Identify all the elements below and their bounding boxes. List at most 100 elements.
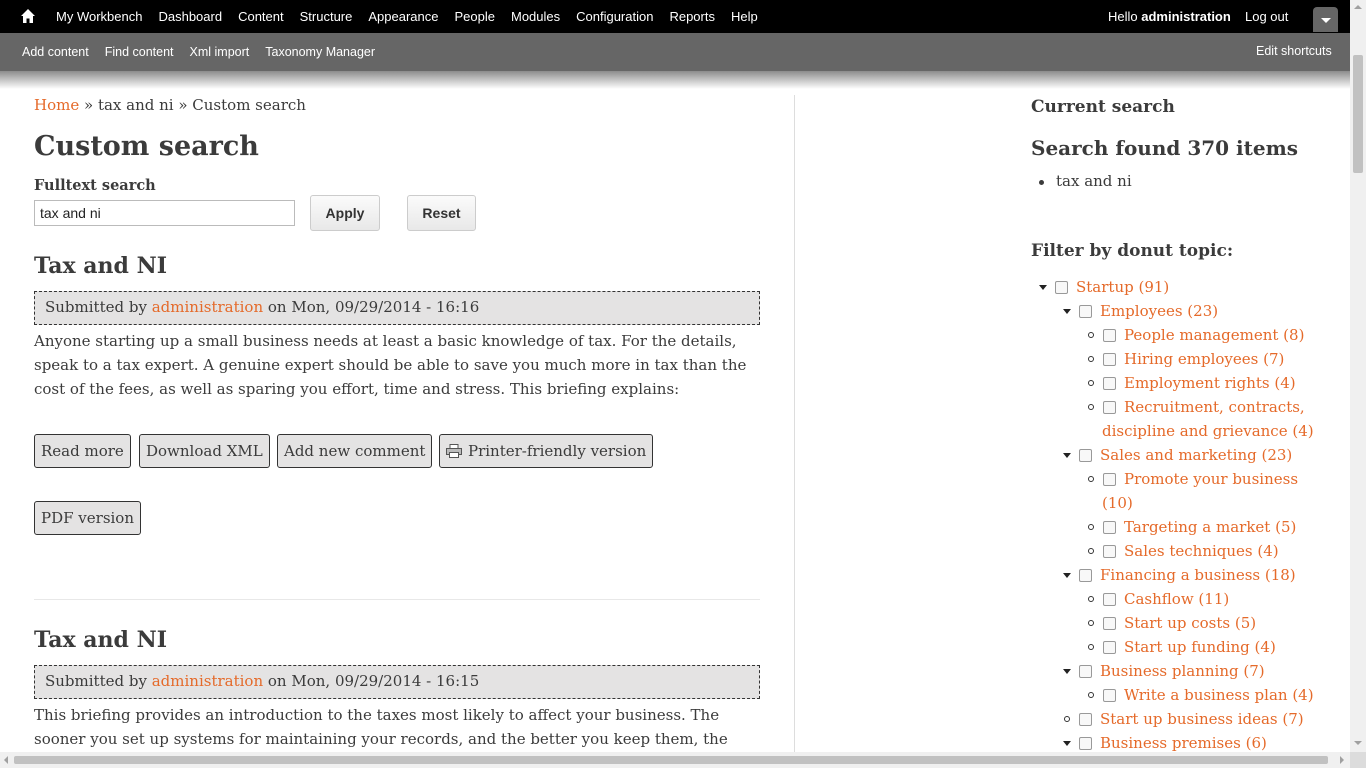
- scrollbar-thumb[interactable]: [1353, 55, 1363, 173]
- facet-checkbox[interactable]: [1055, 281, 1068, 294]
- add-new-comment-button[interactable]: Add new comment: [277, 434, 433, 468]
- facet-checkbox[interactable]: [1079, 305, 1092, 318]
- printer-icon: [446, 444, 462, 458]
- bullet-icon: [1088, 380, 1094, 386]
- result-title[interactable]: Tax and NI: [34, 625, 760, 655]
- facet-link[interactable]: Sales techniques (4): [1124, 539, 1279, 563]
- facet-link[interactable]: Employment rights (4): [1124, 371, 1296, 395]
- fulltext-search-label: Fulltext search: [34, 177, 156, 194]
- menu-my-workbench[interactable]: My Workbench: [48, 9, 150, 24]
- submitted-info: Submitted by administration on Mon, 09/2…: [34, 665, 760, 699]
- facet-link[interactable]: Promote your business: [1124, 467, 1298, 491]
- edit-shortcuts-link[interactable]: Edit shortcuts: [1256, 44, 1332, 58]
- shortcut-xml-import[interactable]: Xml import: [182, 45, 258, 59]
- facet-link[interactable]: Hiring employees (7): [1124, 347, 1284, 371]
- facet-checkbox[interactable]: [1079, 569, 1092, 582]
- facet-checkbox[interactable]: [1103, 473, 1116, 486]
- facet-checkbox[interactable]: [1103, 593, 1116, 606]
- facet-checkbox[interactable]: [1079, 737, 1092, 750]
- collapse-arrow-icon[interactable]: [1063, 309, 1071, 314]
- author-link[interactable]: administration: [152, 672, 263, 690]
- facet-link[interactable]: Start up funding (4): [1124, 635, 1276, 659]
- facet-link[interactable]: Business planning (7): [1100, 659, 1265, 683]
- breadcrumb-home[interactable]: Home: [34, 96, 79, 114]
- shortcut-taxonomy-manager[interactable]: Taxonomy Manager: [257, 45, 383, 59]
- facet-checkbox[interactable]: [1079, 665, 1092, 678]
- collapse-arrow-icon[interactable]: [1063, 741, 1071, 746]
- reset-button[interactable]: Reset: [407, 195, 476, 231]
- collapse-arrow-icon[interactable]: [1063, 669, 1071, 674]
- facet-item: Cashflow (11): [1031, 587, 1331, 611]
- facet-link[interactable]: Sales and marketing (23): [1100, 443, 1292, 467]
- facet-link[interactable]: People management (8): [1124, 323, 1304, 347]
- facet-checkbox[interactable]: [1079, 449, 1092, 462]
- facet-checkbox[interactable]: [1103, 329, 1116, 342]
- facet-link[interactable]: Financing a business (18): [1100, 563, 1296, 587]
- facet-checkbox[interactable]: [1103, 641, 1116, 654]
- collapse-arrow-icon[interactable]: [1063, 573, 1071, 578]
- facet-checkbox[interactable]: [1103, 521, 1116, 534]
- home-icon[interactable]: [20, 8, 36, 24]
- horizontal-scrollbar[interactable]: [0, 752, 1350, 768]
- facet-link[interactable]: Cashflow (11): [1124, 587, 1229, 611]
- facet-item: Start up funding (4): [1031, 635, 1331, 659]
- author-link[interactable]: administration: [152, 298, 263, 316]
- shortcut-add-content[interactable]: Add content: [14, 45, 97, 59]
- menu-structure[interactable]: Structure: [292, 9, 361, 24]
- menu-dashboard[interactable]: Dashboard: [150, 9, 230, 24]
- shortcut-find-content[interactable]: Find content: [97, 45, 182, 59]
- facet-item: Write a business plan (4): [1031, 683, 1331, 707]
- scroll-left-icon[interactable]: [4, 756, 8, 764]
- printer-friendly-button[interactable]: Printer-friendly version: [439, 434, 654, 468]
- facet-checkbox[interactable]: [1103, 353, 1116, 366]
- bullet-icon: [1064, 716, 1070, 722]
- scroll-right-icon[interactable]: [1340, 756, 1344, 764]
- shortcuts-toggle-button[interactable]: [1313, 7, 1338, 32]
- result-body: Anyone starting up a small business need…: [34, 332, 747, 398]
- scrollbar-thumb[interactable]: [14, 756, 1328, 764]
- username-link[interactable]: administration: [1141, 9, 1231, 24]
- menu-people[interactable]: People: [447, 9, 503, 24]
- facet-link[interactable]: Recruitment, contracts,: [1124, 395, 1305, 419]
- result-title[interactable]: Tax and NI: [34, 251, 760, 281]
- logout-link[interactable]: Log out: [1245, 9, 1288, 24]
- breadcrumb-current: Custom search: [192, 96, 306, 114]
- menu-modules[interactable]: Modules: [503, 9, 568, 24]
- bullet-icon: [1088, 692, 1094, 698]
- collapse-arrow-icon[interactable]: [1063, 453, 1071, 458]
- facet-link-continued[interactable]: discipline and grievance (4): [1102, 419, 1314, 443]
- facet-link[interactable]: Start up costs (5): [1124, 611, 1256, 635]
- vertical-scrollbar[interactable]: [1350, 0, 1366, 752]
- fulltext-search-input[interactable]: [34, 200, 295, 226]
- facet-checkbox[interactable]: [1103, 617, 1116, 630]
- facet-link-continued[interactable]: (10): [1102, 491, 1133, 515]
- menu-reports[interactable]: Reports: [661, 9, 723, 24]
- facet-link[interactable]: Startup (91): [1076, 275, 1169, 299]
- read-more-button[interactable]: Read more: [34, 434, 131, 468]
- menu-help[interactable]: Help: [723, 9, 766, 24]
- user-greeting: Hello administration: [1108, 9, 1231, 24]
- menu-appearance[interactable]: Appearance: [360, 9, 446, 24]
- menu-configuration[interactable]: Configuration: [568, 9, 661, 24]
- download-xml-button[interactable]: Download XML: [139, 434, 270, 468]
- pdf-version-button[interactable]: PDF version: [34, 501, 142, 535]
- result-separator: [34, 599, 760, 600]
- facet-item: Business planning (7): [1031, 659, 1331, 683]
- scroll-up-icon[interactable]: [1354, 5, 1362, 9]
- breadcrumb-separator: »: [173, 96, 193, 114]
- facet-link[interactable]: Write a business plan (4): [1124, 683, 1314, 707]
- facet-link[interactable]: Targeting a market (5): [1124, 515, 1296, 539]
- facet-link[interactable]: Employees (23): [1100, 299, 1218, 323]
- scroll-down-icon[interactable]: [1354, 741, 1362, 745]
- facet-link[interactable]: Start up business ideas (7): [1100, 707, 1304, 731]
- facet-checkbox[interactable]: [1079, 713, 1092, 726]
- collapse-arrow-icon[interactable]: [1039, 285, 1047, 290]
- topic-facet-tree: Startup (91) Employees (23) People managem…: [1031, 95, 1331, 755]
- facet-checkbox[interactable]: [1103, 689, 1116, 702]
- menu-content[interactable]: Content: [230, 9, 292, 24]
- apply-button[interactable]: Apply: [310, 195, 380, 231]
- facet-item: Start up business ideas (7): [1031, 707, 1331, 731]
- facet-checkbox[interactable]: [1103, 377, 1116, 390]
- facet-checkbox[interactable]: [1103, 545, 1116, 558]
- facet-checkbox[interactable]: [1103, 401, 1116, 414]
